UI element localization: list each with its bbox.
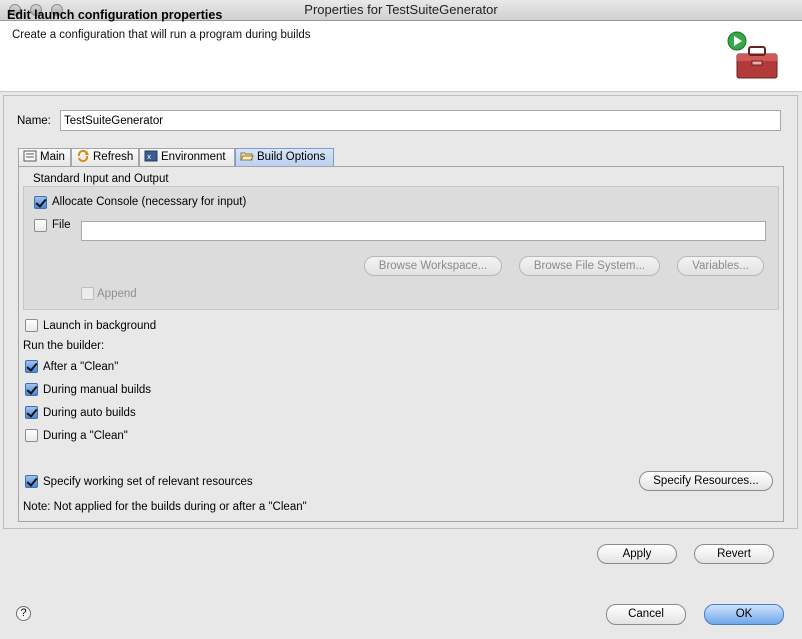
window-title: Properties for TestSuiteGenerator xyxy=(304,2,498,17)
tab-build-options[interactable]: Build Options xyxy=(235,148,334,167)
environment-icon: x xyxy=(144,150,158,162)
file-checkbox[interactable] xyxy=(34,219,47,232)
working-set-label: Specify working set of relevant resource… xyxy=(43,476,253,488)
cancel-button[interactable]: Cancel xyxy=(606,604,686,625)
during-auto-builds-label: During auto builds xyxy=(43,407,136,419)
revert-button[interactable]: Revert xyxy=(694,544,774,564)
tab-environment[interactable]: x Environment xyxy=(139,148,235,167)
run-builder-label: Run the builder: xyxy=(23,340,105,352)
svg-text:x: x xyxy=(147,153,151,161)
name-label: Name: xyxy=(17,115,51,127)
tab-main-label: Main xyxy=(40,151,65,163)
toolbox-icon xyxy=(725,30,785,82)
io-group-label: Standard Input and Output xyxy=(33,173,169,185)
launch-background-checkbox[interactable] xyxy=(25,319,38,332)
append-label: Append xyxy=(97,288,137,300)
file-path-input[interactable] xyxy=(81,221,766,241)
dialog-header-title: Edit launch configuration properties xyxy=(7,8,223,22)
file-label: File xyxy=(52,219,71,231)
folder-open-icon xyxy=(240,150,254,162)
launch-background-label: Launch in background xyxy=(43,320,157,332)
during-manual-builds-checkbox[interactable] xyxy=(25,383,38,396)
tab-environment-label: Environment xyxy=(161,151,226,163)
after-clean-checkbox[interactable] xyxy=(25,360,38,373)
working-set-checkbox[interactable] xyxy=(25,475,38,488)
variables-button[interactable]: Variables... xyxy=(677,256,764,276)
apply-button[interactable]: Apply xyxy=(597,544,677,564)
ok-button[interactable]: OK xyxy=(704,604,784,625)
tab-refresh[interactable]: Refresh xyxy=(71,148,139,167)
during-manual-builds-label: During manual builds xyxy=(43,384,152,396)
tab-main[interactable]: Main xyxy=(18,148,71,167)
refresh-icon xyxy=(76,149,90,163)
during-clean-checkbox[interactable] xyxy=(25,429,38,442)
append-checkbox[interactable] xyxy=(81,287,94,300)
allocate-console-label: Allocate Console (necessary for input) xyxy=(52,196,247,208)
specify-resources-button[interactable]: Specify Resources... xyxy=(639,471,773,491)
browse-workspace-button[interactable]: Browse Workspace... xyxy=(364,256,502,276)
browse-file-system-button[interactable]: Browse File System... xyxy=(519,256,660,276)
during-clean-label: During a "Clean" xyxy=(43,430,128,442)
help-icon[interactable]: ? xyxy=(16,606,31,621)
name-input[interactable] xyxy=(60,110,781,131)
dialog-header-description: Create a configuration that will run a p… xyxy=(12,29,311,41)
tab-refresh-label: Refresh xyxy=(93,151,134,163)
clean-note: Note: Not applied for the builds during … xyxy=(23,501,307,513)
during-auto-builds-checkbox[interactable] xyxy=(25,406,38,419)
allocate-console-checkbox[interactable] xyxy=(34,196,47,209)
tab-build-options-label: Build Options xyxy=(257,151,326,163)
after-clean-label: After a "Clean" xyxy=(43,361,119,373)
help-glyph: ? xyxy=(20,607,27,619)
main-tab-icon xyxy=(23,150,37,162)
